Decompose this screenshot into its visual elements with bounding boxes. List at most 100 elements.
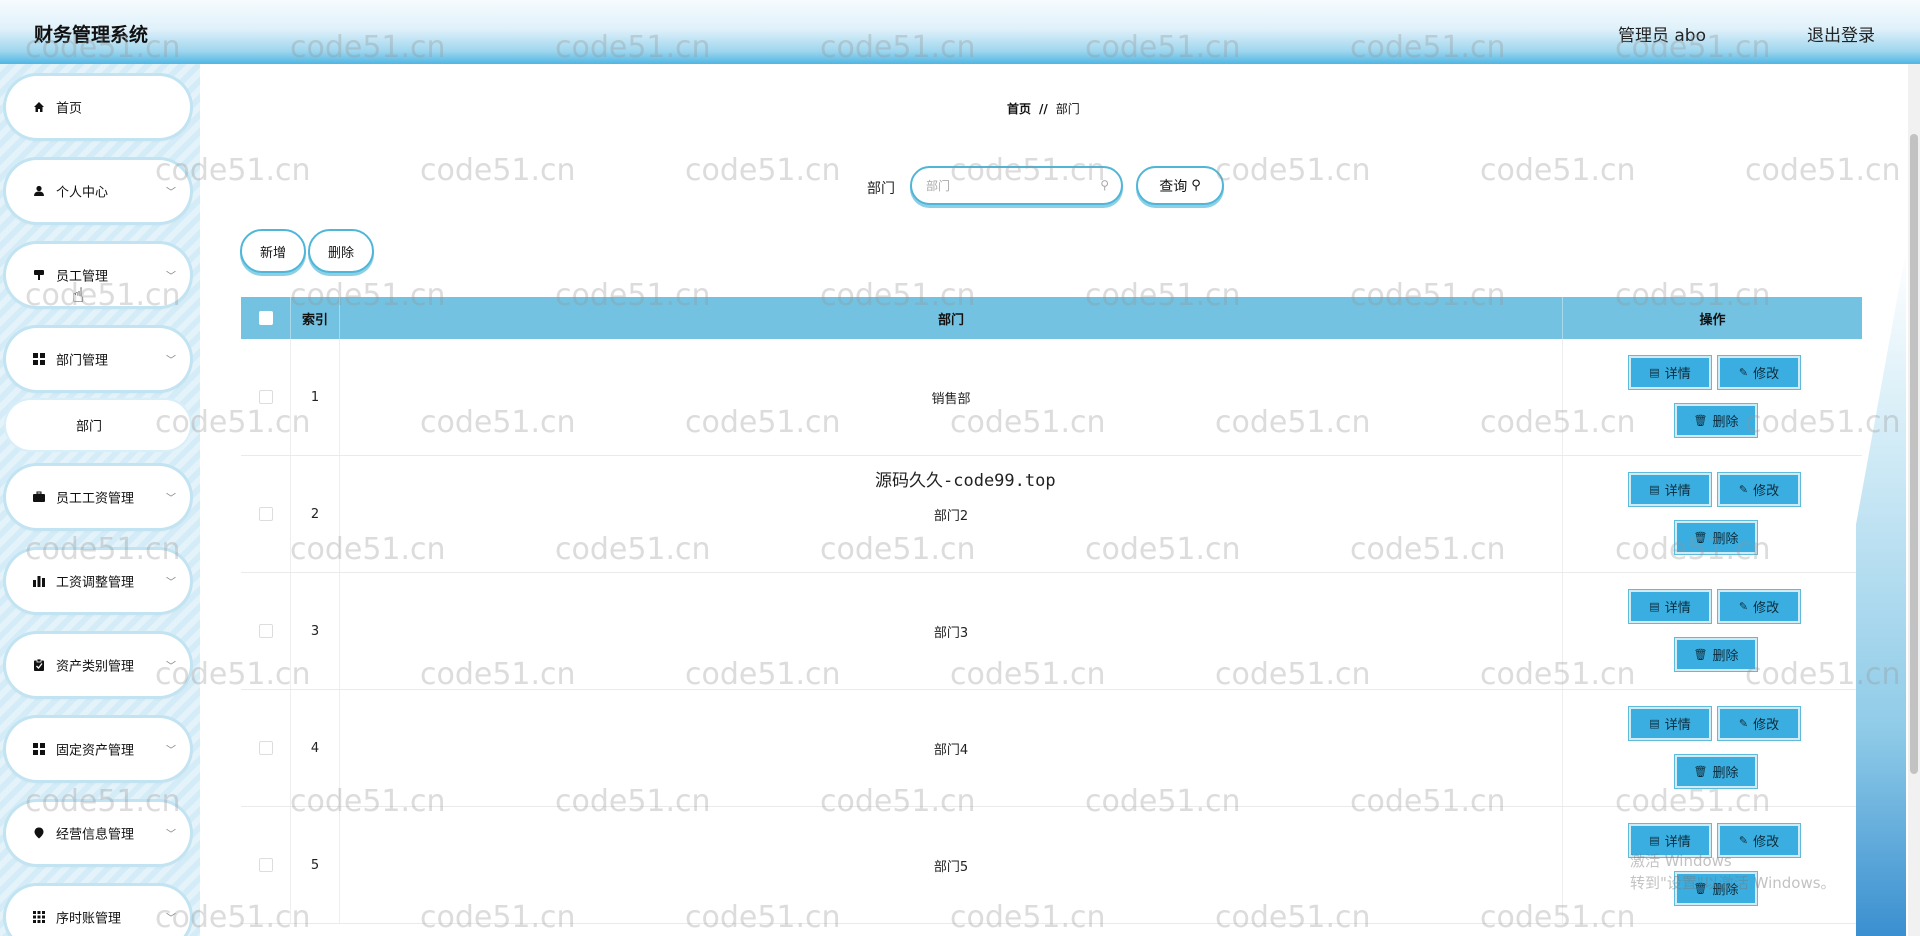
row-checkbox[interactable]	[258, 741, 273, 755]
chevron-down-icon: ﹀	[166, 355, 176, 367]
row-checkbox[interactable]	[258, 390, 273, 404]
pin-icon	[32, 826, 46, 840]
dept-search-input[interactable]	[926, 176, 1096, 196]
source-watermark-text: 源码久久-code99.top	[875, 471, 1056, 491]
sidebar-item-business-info[interactable]: 经营信息管理 ﹀	[6, 802, 190, 864]
edit-button[interactable]: ✎ 修改	[1717, 589, 1801, 624]
chevron-down-icon: ﹀	[166, 913, 176, 925]
hand-cursor-icon: ☝	[72, 283, 85, 307]
delete-button[interactable]: 🗑 删除	[1674, 637, 1758, 672]
trash-icon: 🗑	[1693, 765, 1708, 778]
clipboard-icon	[32, 658, 46, 672]
sidebar-item-label: 工资调整管理	[56, 575, 135, 591]
sidebar: 首页 个人中心 ﹀ 员工管理 ﹀ 部门管理 ﹀ 部门 员工工资管理 ﹀ 工资调整…	[0, 64, 200, 936]
row-actions: ▤ 详情 ✎ 修改 🗑 删除	[1563, 573, 1862, 689]
row-actions: ▤ 详情 ✎ 修改 🗑 删除	[1563, 690, 1862, 806]
sidebar-subitem-dept[interactable]: 部门	[6, 400, 190, 450]
sidebar-item-asset-category[interactable]: 资产类别管理 ﹀	[6, 634, 190, 696]
detail-button[interactable]: ▤ 详情	[1628, 589, 1712, 624]
edit-label: 修改	[1753, 601, 1780, 616]
windows-activation-notice: 激活 Windows 转到"设置"以激活 Windows。	[1630, 850, 1836, 894]
sidebar-item-salary-adjust[interactable]: 工资调整管理 ﹀	[6, 550, 190, 612]
sidebar-item-label: 个人中心	[56, 185, 109, 201]
chevron-down-icon: ﹀	[166, 745, 176, 757]
edit-label: 修改	[1753, 718, 1780, 733]
row-checkbox-cell	[241, 573, 291, 689]
edit-button[interactable]: ✎ 修改	[1717, 355, 1801, 390]
detail-label: 详情	[1664, 601, 1691, 616]
delete-button[interactable]: 🗑 删除	[1674, 403, 1758, 438]
page-scrollbar[interactable]	[1908, 64, 1920, 936]
add-button[interactable]: 新增	[240, 229, 306, 273]
sidebar-item-label: 固定资产管理	[56, 743, 135, 759]
chevron-down-icon: ﹀	[166, 493, 176, 505]
document-icon: ▤	[1649, 834, 1660, 847]
pencil-icon: ✎	[1738, 600, 1749, 613]
chevron-down-icon: ﹀	[166, 829, 176, 841]
detail-button[interactable]: ▤ 详情	[1628, 706, 1712, 741]
logout-link[interactable]: 退出登录	[1807, 21, 1875, 46]
row-checkbox[interactable]	[258, 624, 273, 638]
search-icon: ⚲	[1100, 178, 1109, 192]
detail-button[interactable]: ▤ 详情	[1628, 472, 1712, 507]
sidebar-item-personal-center[interactable]: 个人中心 ﹀	[6, 160, 190, 222]
table-header: 索引 部门 操作	[241, 297, 1862, 339]
search-icon: ⚲	[1191, 178, 1201, 193]
detail-label: 详情	[1664, 484, 1691, 499]
detail-label: 详情	[1664, 835, 1691, 850]
query-button-label: 查询	[1159, 178, 1188, 195]
header-ops: 操作	[1699, 312, 1726, 328]
sidebar-item-dept-management[interactable]: 部门管理 ﹀	[6, 328, 190, 390]
edit-button[interactable]: ✎ 修改	[1717, 706, 1801, 741]
trash-icon: 🗑	[1693, 531, 1708, 544]
row-index: 1	[291, 339, 340, 455]
detail-button[interactable]: ▤ 详情	[1628, 355, 1712, 390]
sidebar-item-fixed-asset[interactable]: 固定资产管理 ﹀	[6, 718, 190, 780]
delete-label: 删除	[1712, 532, 1739, 547]
select-all-checkbox[interactable]	[258, 311, 273, 325]
home-icon	[32, 100, 46, 114]
row-checkbox-cell	[241, 807, 291, 923]
sidebar-item-label: 员工工资管理	[56, 491, 135, 507]
row-checkbox[interactable]	[258, 507, 273, 521]
header-dept: 部门	[340, 297, 1563, 339]
edit-button[interactable]: ✎ 修改	[1717, 472, 1801, 507]
sidebar-item-label: 序时账管理	[56, 911, 122, 927]
chevron-down-icon: ﹀	[166, 577, 176, 589]
sidebar-item-journal[interactable]: 序时账管理 ﹀	[6, 886, 190, 936]
row-checkbox-cell	[241, 690, 291, 806]
table-row: 5 部门5 ▤ 详情 ✎ 修改 🗑 删除	[241, 807, 1862, 924]
query-button[interactable]: 查询 ⚲	[1136, 166, 1224, 205]
sidebar-item-salary[interactable]: 员工工资管理 ﹀	[6, 466, 190, 528]
row-index: 4	[291, 690, 340, 806]
windows-notice-line2: 转到"设置"以激活 Windows。	[1630, 874, 1836, 892]
grid-icon	[32, 910, 46, 924]
sidebar-item-home[interactable]: 首页	[6, 76, 190, 138]
table-row: 4 部门4 ▤ 详情 ✎ 修改 🗑 删除	[241, 690, 1862, 807]
bar-chart-icon	[32, 574, 46, 588]
row-dept: 销售部	[340, 339, 1563, 455]
row-checkbox[interactable]	[258, 858, 273, 872]
row-index: 5	[291, 807, 340, 923]
scrollbar-thumb[interactable]	[1910, 134, 1918, 774]
delete-button[interactable]: 🗑 删除	[1674, 754, 1758, 789]
row-index: 2	[291, 456, 340, 572]
current-user-label: 管理员 abo	[1617, 26, 1706, 46]
delete-button[interactable]: 🗑 删除	[1674, 520, 1758, 555]
delete-label: 删除	[1712, 649, 1739, 664]
batch-delete-button[interactable]: 删除	[308, 229, 374, 273]
breadcrumb: 首页 // 部门	[1007, 100, 1080, 117]
breadcrumb-separator: //	[1039, 102, 1048, 116]
detail-label: 详情	[1664, 718, 1691, 733]
delete-label: 删除	[1712, 415, 1739, 430]
delete-label: 删除	[1712, 766, 1739, 781]
row-actions: ▤ 详情 ✎ 修改 🗑 删除	[1563, 339, 1862, 455]
sidebar-item-staff[interactable]: 员工管理 ﹀	[6, 244, 190, 306]
trash-icon: 🗑	[1693, 414, 1708, 427]
breadcrumb-home[interactable]: 首页	[1007, 102, 1031, 116]
row-actions: ▤ 详情 ✎ 修改 🗑 删除	[1563, 456, 1862, 572]
document-icon: ▤	[1649, 483, 1660, 496]
pencil-icon: ✎	[1738, 366, 1749, 379]
app-title: 财务管理系统	[34, 24, 149, 46]
edit-label: 修改	[1753, 367, 1780, 382]
